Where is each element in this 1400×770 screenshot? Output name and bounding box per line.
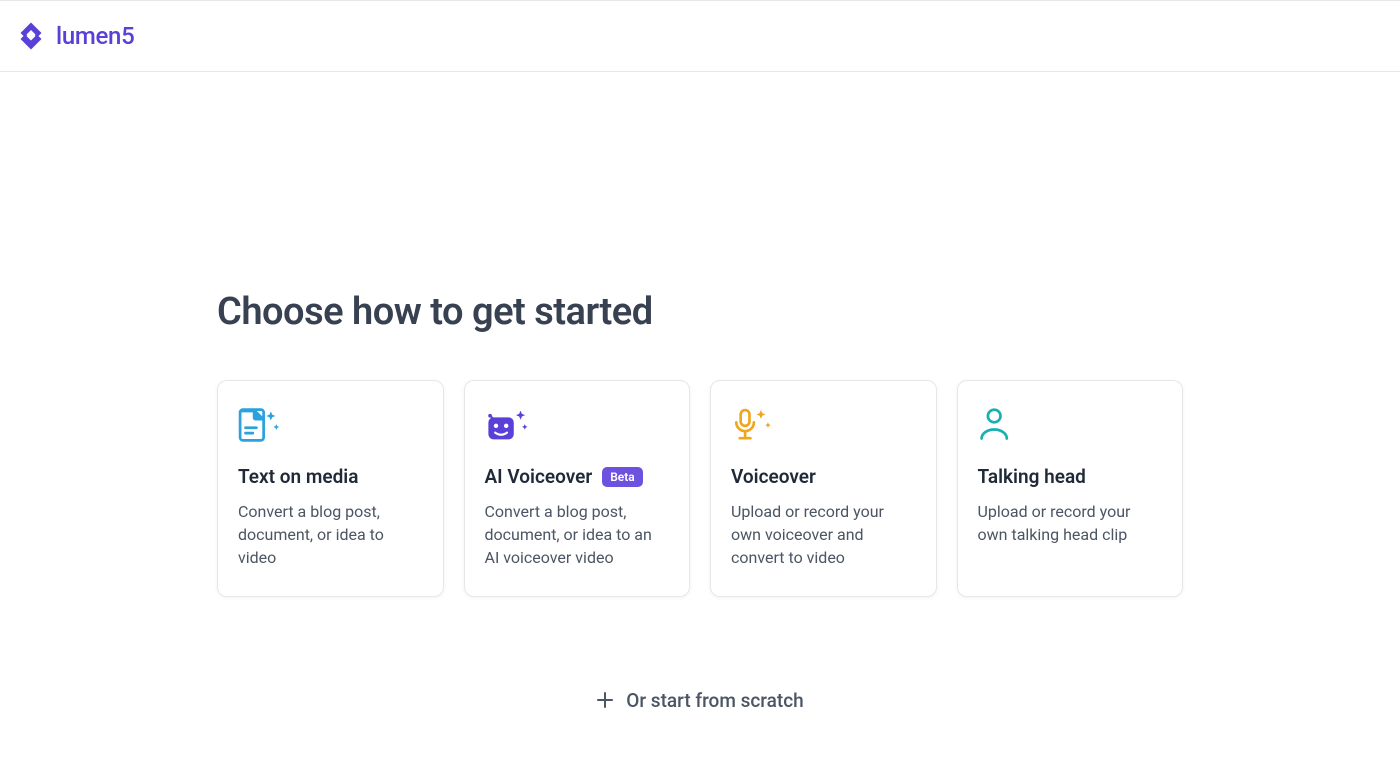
brand-name-text: lumen5 bbox=[56, 22, 134, 50]
card-title-row: Voiceover bbox=[731, 465, 916, 488]
main-content: Choose how to get started Text on media bbox=[0, 72, 1400, 712]
card-title-row: AI Voiceover Beta bbox=[485, 465, 670, 488]
card-title: Voiceover bbox=[731, 465, 816, 488]
brand-logo[interactable]: lumen5 bbox=[16, 21, 134, 51]
card-ai-voiceover[interactable]: AI Voiceover Beta Convert a blog post, d… bbox=[464, 380, 691, 597]
mic-sparkle-icon bbox=[731, 405, 775, 445]
card-voiceover[interactable]: Voiceover Upload or record your own voic… bbox=[710, 380, 937, 597]
page-title: Choose how to get started bbox=[217, 290, 1183, 334]
app-header: lumen5 bbox=[0, 0, 1400, 72]
card-title-row: Talking head bbox=[978, 465, 1163, 488]
card-description: Convert a blog post, document, or idea t… bbox=[485, 500, 670, 570]
card-title-row: Text on media bbox=[238, 465, 423, 488]
text-doc-sparkle-icon bbox=[238, 405, 282, 445]
lumen5-logo-icon bbox=[16, 21, 46, 51]
card-talking-head[interactable]: Talking head Upload or record your own t… bbox=[957, 380, 1184, 597]
card-description: Convert a blog post, document, or idea t… bbox=[238, 500, 423, 570]
card-title: Text on media bbox=[238, 465, 358, 488]
start-from-scratch-button[interactable]: Or start from scratch bbox=[217, 689, 1183, 712]
card-description: Upload or record your own talking head c… bbox=[978, 500, 1163, 546]
card-title: Talking head bbox=[978, 465, 1086, 488]
card-title: AI Voiceover bbox=[485, 465, 593, 488]
card-text-on-media[interactable]: Text on media Convert a blog post, docum… bbox=[217, 380, 444, 597]
start-from-scratch-label: Or start from scratch bbox=[626, 689, 803, 712]
content-wrap: Choose how to get started Text on media bbox=[217, 290, 1183, 712]
card-description: Upload or record your own voiceover and … bbox=[731, 500, 916, 570]
starter-cards: Text on media Convert a blog post, docum… bbox=[217, 380, 1183, 597]
beta-badge: Beta bbox=[602, 467, 643, 487]
plus-icon bbox=[596, 691, 614, 709]
ai-bot-sparkle-icon bbox=[485, 405, 529, 445]
person-icon bbox=[978, 405, 1022, 445]
